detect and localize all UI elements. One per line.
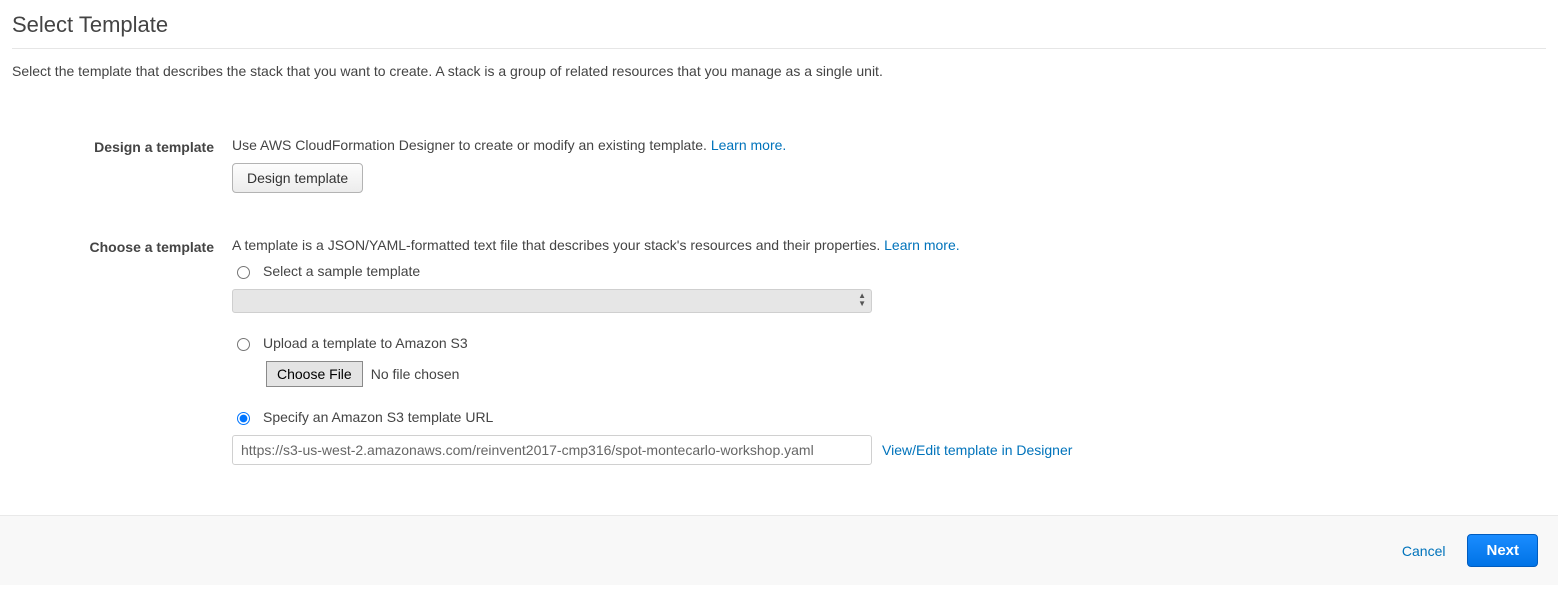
wizard-footer: Cancel Next	[0, 515, 1558, 585]
design-template-label: Design a template	[12, 137, 232, 155]
choose-template-desc: A template is a JSON/YAML-formatted text…	[232, 237, 884, 253]
design-template-desc: Use AWS CloudFormation Designer to creat…	[232, 137, 711, 153]
divider	[12, 48, 1546, 49]
s3-url-input[interactable]	[232, 435, 872, 465]
choose-learn-more-link[interactable]: Learn more.	[884, 237, 959, 253]
option-url-label: Specify an Amazon S3 template URL	[263, 409, 493, 425]
s3-url-row: View/Edit template in Designer	[232, 435, 1432, 465]
design-template-desc-row: Use AWS CloudFormation Designer to creat…	[232, 137, 1432, 153]
file-chooser-row: Choose File No file chosen	[266, 361, 1432, 387]
option-upload-row: Upload a template to Amazon S3	[232, 335, 1432, 351]
choose-template-section: Choose a template A template is a JSON/Y…	[12, 237, 1546, 465]
radio-s3-url[interactable]	[237, 412, 250, 425]
radio-upload-template[interactable]	[237, 338, 250, 351]
choose-file-button[interactable]: Choose File	[266, 361, 363, 387]
option-upload-label: Upload a template to Amazon S3	[263, 335, 468, 351]
page-title: Select Template	[12, 12, 1546, 38]
file-status-text: No file chosen	[371, 366, 460, 382]
option-sample-label: Select a sample template	[263, 263, 420, 279]
option-sample-row: Select a sample template	[232, 263, 1432, 279]
choose-template-desc-row: A template is a JSON/YAML-formatted text…	[232, 237, 1432, 253]
next-button[interactable]: Next	[1467, 534, 1538, 567]
intro-text: Select the template that describes the s…	[12, 63, 1546, 79]
cancel-button[interactable]: Cancel	[1402, 543, 1446, 559]
view-edit-designer-link[interactable]: View/Edit template in Designer	[882, 442, 1072, 458]
radio-sample-template[interactable]	[237, 266, 250, 279]
design-template-button[interactable]: Design template	[232, 163, 363, 193]
choose-template-label: Choose a template	[12, 237, 232, 255]
sample-template-select[interactable]: ▲▼	[232, 289, 872, 313]
design-learn-more-link[interactable]: Learn more.	[711, 137, 786, 153]
design-template-section: Design a template Use AWS CloudFormation…	[12, 137, 1546, 193]
option-url-row: Specify an Amazon S3 template URL	[232, 409, 1432, 425]
